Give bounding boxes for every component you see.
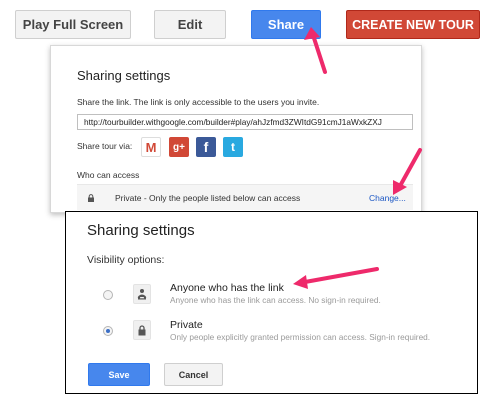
access-row: Private - Only the people listed below c… — [77, 184, 413, 210]
gmail-icon[interactable]: M — [141, 137, 161, 157]
visibility-options-dialog: Sharing settings Visibility options: Any… — [65, 211, 478, 394]
save-button[interactable]: Save — [88, 363, 150, 386]
anyone-with-link-title: Anyone who has the link — [170, 282, 284, 294]
share-link-description: Share the link. The link is only accessi… — [77, 97, 320, 107]
private-radio[interactable] — [103, 326, 113, 336]
sharing-settings-dialog: Sharing settings Share the link. The lin… — [50, 45, 422, 213]
visibility-dialog-title: Sharing settings — [87, 222, 195, 239]
share-button[interactable]: Share — [251, 10, 321, 39]
play-full-screen-button[interactable]: Play Full Screen — [15, 10, 131, 39]
edit-button[interactable]: Edit — [154, 10, 226, 39]
lock-icon — [88, 194, 94, 202]
anyone-with-link-description: Anyone who has the link can access. No s… — [170, 295, 381, 305]
screenshot-stage: Play Full Screen Edit Share CREATE NEW T… — [0, 0, 482, 395]
access-status-text: Private - Only the people listed below c… — [115, 193, 301, 203]
share-link-field[interactable]: http://tourbuilder.withgoogle.com/builde… — [77, 114, 413, 130]
create-new-tour-button[interactable]: CREATE NEW TOUR — [346, 10, 480, 39]
google-plus-icon[interactable]: g+ — [169, 137, 189, 157]
people-icon — [133, 284, 151, 304]
private-description: Only people explicitly granted permissio… — [170, 332, 431, 342]
private-title: Private — [170, 319, 203, 331]
cancel-button[interactable]: Cancel — [164, 363, 223, 386]
change-access-link[interactable]: Change... — [369, 193, 406, 203]
visibility-options-label: Visibility options: — [87, 254, 165, 266]
twitter-icon[interactable]: t — [223, 137, 243, 157]
who-can-access-label: Who can access — [77, 170, 140, 180]
sharing-dialog-title: Sharing settings — [77, 68, 171, 83]
anyone-with-link-radio[interactable] — [103, 290, 113, 300]
lock-icon — [133, 320, 151, 340]
share-via-label: Share tour via: — [77, 141, 133, 151]
radio-selected-dot — [106, 329, 110, 333]
facebook-icon[interactable]: f — [196, 137, 216, 157]
